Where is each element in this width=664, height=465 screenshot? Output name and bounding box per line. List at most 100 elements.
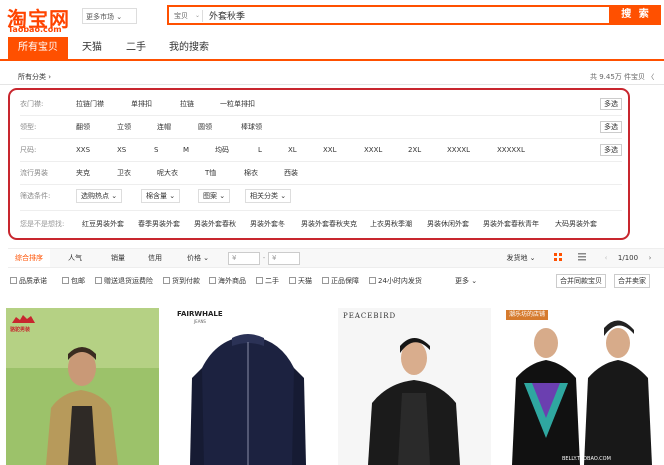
filter-option[interactable]: S [154, 140, 158, 160]
suggestion-link[interactable]: 春季男装外套 [138, 214, 180, 234]
suggestion-link[interactable]: 男装外套春秋夹克 [301, 214, 357, 234]
filter-option[interactable]: 棒球领 [241, 117, 262, 137]
checkbox-icon[interactable] [369, 277, 376, 284]
brand-logo-sub: JEANS [194, 319, 206, 324]
sort-price[interactable]: 价格 ⌄ [178, 249, 218, 267]
option-return-insurance[interactable]: 赠送退货运费险 [95, 276, 153, 287]
filter-option[interactable]: M [183, 140, 189, 160]
filter-option[interactable]: L [258, 140, 262, 160]
search-box: 宝贝 ⌄ [167, 5, 611, 25]
filter-option[interactable]: XXXXL [447, 140, 470, 160]
filter-option[interactable]: XXXXXL [497, 140, 525, 160]
pattern-dropdown[interactable]: 图案 ⌄ [198, 189, 231, 203]
merge-sellers-button[interactable]: 合并卖家 [614, 274, 650, 288]
filter-option[interactable]: 拉链门襟 [76, 94, 104, 114]
suggestion-link[interactable]: 男装休闲外套 [427, 214, 469, 234]
suggestion-link[interactable]: 男装外套春秋 [194, 214, 236, 234]
sort-sales[interactable]: 销量 [103, 249, 133, 267]
product-card[interactable]: 骆驼男装 [6, 308, 159, 465]
suggestion-link[interactable]: 大码男装外套 [555, 214, 597, 234]
product-image[interactable] [338, 308, 491, 465]
list-view-icon[interactable] [576, 249, 588, 267]
filter-option[interactable]: 2XL [408, 140, 421, 160]
filter-option[interactable]: 夹克 [76, 163, 90, 183]
page: { "header":{"logo_text":"淘宝网","logo_sub"… [0, 0, 664, 465]
filter-option[interactable]: 单排扣 [131, 94, 152, 114]
page-indicator: 1/100 [617, 254, 639, 262]
prev-page-icon[interactable]: ‹ [602, 249, 610, 267]
filter-option[interactable]: 拉链 [180, 94, 194, 114]
related-category-dropdown[interactable]: 相关分类 ⌄ [245, 189, 292, 203]
filter-option[interactable]: 呢大衣 [157, 163, 178, 183]
hot-select-dropdown[interactable]: 选购热点 ⌄ [76, 189, 123, 203]
multi-select-button[interactable]: 多选 [600, 98, 622, 110]
option-quality[interactable]: 品质承诺 [10, 276, 47, 287]
divider [20, 138, 622, 139]
tab-all-items[interactable]: 所有宝贝 [8, 37, 68, 59]
option-second-hand[interactable]: 二手 [256, 276, 279, 287]
checkbox-icon[interactable] [62, 277, 69, 284]
tab-my-search[interactable]: 我的搜索 [164, 37, 214, 59]
option-cod[interactable]: 货到付款 [163, 276, 200, 287]
merge-same-items-button[interactable]: 合并同款宝贝 [556, 274, 606, 288]
filter-option[interactable]: XXL [323, 140, 337, 160]
divider [20, 161, 622, 162]
breadcrumb[interactable]: 所有分类 › [18, 72, 51, 82]
filter-option[interactable]: XL [288, 140, 297, 160]
option-tmall[interactable]: 天猫 [289, 276, 312, 287]
checkbox-icon[interactable] [256, 277, 263, 284]
checkbox-icon[interactable] [163, 277, 170, 284]
option-free-shipping[interactable]: 包邮 [62, 276, 85, 287]
more-options-dropdown[interactable]: 更多 ⌄ [455, 276, 477, 287]
suggestion-link[interactable]: 红豆男装外套 [82, 214, 124, 234]
filter-option[interactable]: XXS [76, 140, 90, 160]
checkbox-icon[interactable] [95, 277, 102, 284]
product-card[interactable]: FAIRWHALE JEANS [172, 308, 325, 465]
filter-option[interactable]: 卫衣 [117, 163, 131, 183]
tab-second-hand[interactable]: 二手 [118, 37, 154, 59]
filter-option[interactable]: 棉衣 [244, 163, 258, 183]
option-24h-ship[interactable]: 24小时内发货 [369, 276, 422, 287]
tab-tmall[interactable]: 天猫 [74, 37, 110, 59]
suggestion-link[interactable]: 男装外套冬 [250, 214, 285, 234]
filter-label: 衣门襟: [20, 100, 44, 108]
checkbox-icon[interactable] [289, 277, 296, 284]
filter-option[interactable]: 圆领 [198, 117, 212, 137]
product-image[interactable] [172, 308, 325, 465]
filter-option[interactable]: XXXL [364, 140, 382, 160]
suggestion-link[interactable]: 上衣男秋季潮 [370, 214, 412, 234]
checkbox-icon[interactable] [10, 277, 17, 284]
checkbox-icon[interactable] [322, 277, 329, 284]
sort-credit[interactable]: 信用 [140, 249, 170, 267]
next-page-icon[interactable]: › [646, 249, 654, 267]
cotton-content-dropdown[interactable]: 棉含量 ⌄ [141, 189, 181, 203]
filter-option[interactable]: 连帽 [157, 117, 171, 137]
filter-option[interactable]: 一粒单排扣 [220, 94, 255, 114]
checkbox-icon[interactable] [209, 277, 216, 284]
price-max-input[interactable]: ¥ [268, 252, 300, 265]
option-overseas[interactable]: 海外商品 [209, 276, 246, 287]
filter-option[interactable]: 西装 [284, 163, 298, 183]
suggestion-link[interactable]: 男装外套春秋青年 [483, 214, 539, 234]
multi-select-button[interactable]: 多选 [600, 121, 622, 133]
product-image[interactable] [504, 308, 657, 465]
filter-option[interactable]: XS [117, 140, 126, 160]
filter-label: 领型: [20, 123, 37, 131]
product-card[interactable]: 潮乐坊的店铺 BELLY.TAOBAO.COM [504, 308, 657, 465]
multi-select-button[interactable]: 多选 [600, 144, 622, 156]
search-button[interactable]: 搜 索 [611, 5, 661, 25]
filter-row-conditions: 筛选条件: 选购热点 ⌄ 棉含量 ⌄ 图案 ⌄ 相关分类 ⌄ [20, 186, 622, 206]
filter-option[interactable]: T恤 [205, 163, 216, 183]
ship-from-dropdown[interactable]: 发货地 ⌄ [503, 249, 539, 267]
search-input[interactable] [209, 10, 589, 20]
more-markets-dropdown[interactable]: 更多市场 ⌄ [82, 8, 137, 24]
filter-option[interactable]: 立领 [117, 117, 131, 137]
filter-option[interactable]: 翻领 [76, 117, 90, 137]
grid-view-icon[interactable] [552, 249, 564, 267]
option-genuine[interactable]: 正品保障 [322, 276, 359, 287]
filter-option[interactable]: 均码 [215, 140, 229, 160]
sort-popularity[interactable]: 人气 [60, 249, 90, 267]
product-card[interactable]: PEACEBIRD [338, 308, 491, 465]
price-min-input[interactable]: ¥ [228, 252, 260, 265]
sort-default[interactable]: 综合排序 [8, 249, 50, 267]
